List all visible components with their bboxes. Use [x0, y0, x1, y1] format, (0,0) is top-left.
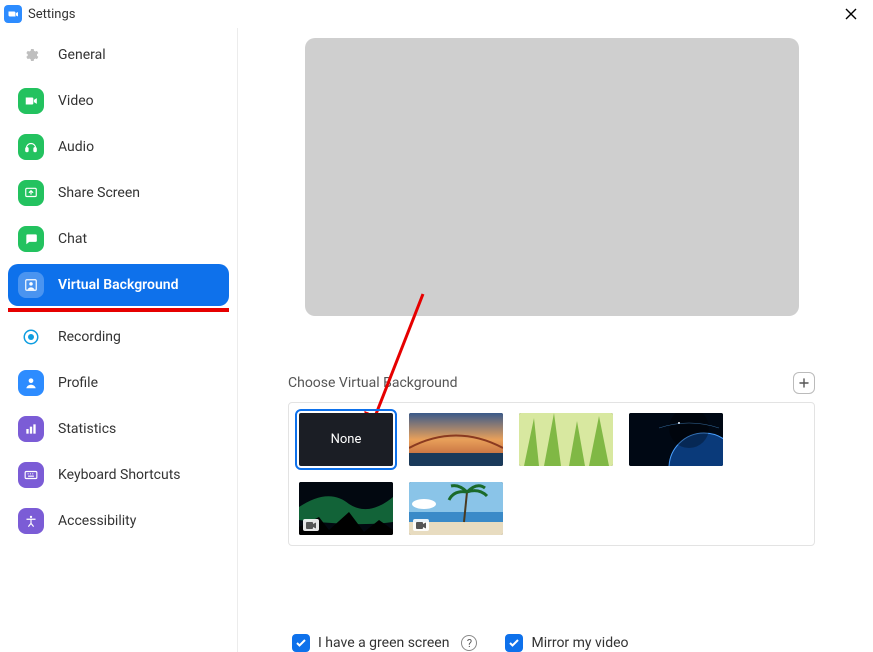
sidebar-item-general[interactable]: General: [8, 34, 229, 76]
sidebar-item-virtual-background[interactable]: Virtual Background: [8, 264, 229, 306]
portrait-icon: [18, 272, 44, 298]
video-badge-icon: [413, 519, 429, 531]
mirror-video-checkbox[interactable]: Mirror my video: [505, 634, 628, 652]
video-preview: [305, 38, 799, 316]
sidebar-item-keyboard-shortcuts[interactable]: Keyboard Shortcuts: [8, 454, 229, 496]
accessibility-icon: [18, 508, 44, 534]
highlight-underline: [8, 308, 229, 312]
sidebar-item-statistics[interactable]: Statistics: [8, 408, 229, 450]
gear-icon: [18, 42, 44, 68]
bg-thumb-grass[interactable]: [519, 413, 613, 466]
bg-thumb-bridge[interactable]: [409, 413, 503, 466]
sidebar-item-audio[interactable]: Audio: [8, 126, 229, 168]
record-icon: [18, 324, 44, 350]
titlebar: Settings: [0, 0, 873, 28]
add-background-button[interactable]: [793, 372, 815, 394]
sidebar-item-chat[interactable]: Chat: [8, 218, 229, 260]
bg-thumb-none[interactable]: None: [299, 413, 393, 466]
sidebar: GeneralVideoAudioShare ScreenChatVirtual…: [0, 28, 238, 652]
keyboard-icon: [18, 462, 44, 488]
sidebar-item-recording[interactable]: Recording: [8, 316, 229, 358]
video-icon: [18, 88, 44, 114]
window-title: Settings: [28, 7, 75, 22]
stats-icon: [18, 416, 44, 442]
chat-icon: [18, 226, 44, 252]
green-screen-checkbox[interactable]: I have a green screen ?: [292, 634, 477, 652]
video-badge-icon: [303, 519, 319, 531]
audio-icon: [18, 134, 44, 160]
mirror-video-label: Mirror my video: [531, 635, 628, 651]
green-screen-label: I have a green screen: [318, 635, 449, 651]
profile-icon: [18, 370, 44, 396]
background-thumbnail-grid: None: [288, 402, 815, 546]
main-panel: Choose Virtual Background None I have a …: [238, 28, 873, 652]
choose-bg-label: Choose Virtual Background: [288, 375, 458, 391]
share-icon: [18, 180, 44, 206]
sidebar-item-accessibility[interactable]: Accessibility: [8, 500, 229, 542]
bg-thumb-aurora[interactable]: [299, 482, 393, 535]
close-button[interactable]: [837, 4, 865, 24]
sidebar-item-share-screen[interactable]: Share Screen: [8, 172, 229, 214]
sidebar-item-profile[interactable]: Profile: [8, 362, 229, 404]
sidebar-item-video[interactable]: Video: [8, 80, 229, 122]
bg-thumb-earth[interactable]: [629, 413, 723, 466]
help-icon[interactable]: ?: [461, 635, 477, 651]
app-icon: [4, 5, 22, 23]
bg-thumb-beach[interactable]: [409, 482, 503, 535]
